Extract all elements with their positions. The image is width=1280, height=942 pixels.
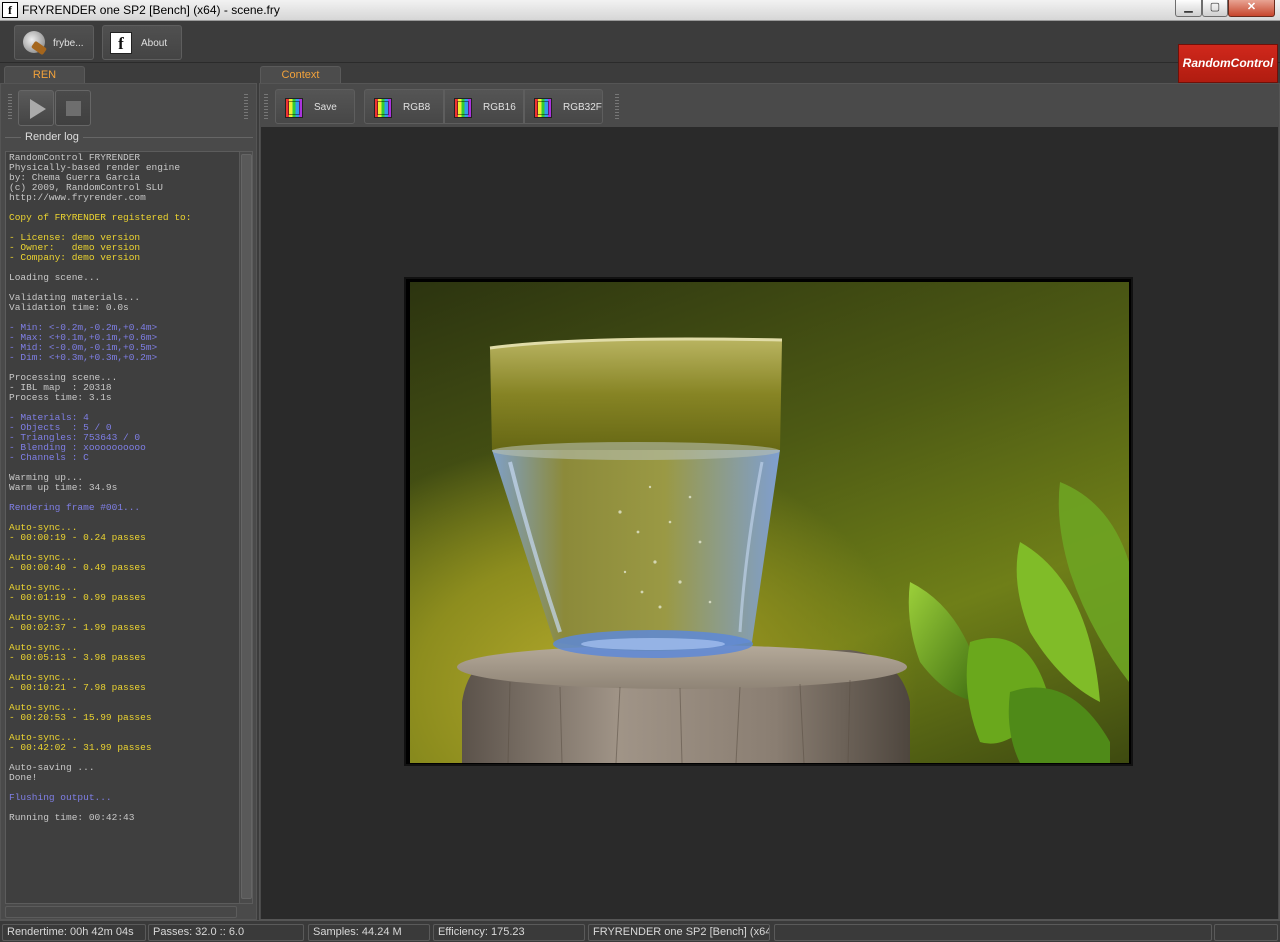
log-line: Running time: 00:42:43	[9, 812, 135, 823]
render-log-header: Render log	[5, 131, 253, 143]
rgb32f-button[interactable]: RGB32F	[524, 89, 603, 124]
close-button[interactable]: ✕	[1228, 0, 1275, 17]
frybench-globe-icon	[23, 31, 45, 53]
render-log-text: RandomControl FRYRENDER Physically-based …	[9, 153, 237, 823]
about-button[interactable]: f About	[102, 25, 182, 60]
log-line: Process time: 3.1s	[9, 392, 112, 403]
context-toolbar: Save RGB8 RGB16 RGB32F	[260, 84, 1279, 128]
toolbar-grip-icon[interactable]	[264, 94, 268, 120]
main-toolbar: frybe... f About RandomControl	[0, 21, 1280, 83]
log-line: - Channels : C	[9, 452, 89, 463]
rendered-image[interactable]	[410, 282, 1129, 763]
toolbar-grip-icon[interactable]	[615, 94, 619, 120]
image-file-icon	[374, 98, 392, 118]
log-line: - Company: demo version	[9, 252, 141, 263]
log-line: Rendering frame #001...	[9, 502, 141, 513]
status-empty-cell	[1214, 924, 1278, 941]
title-bar[interactable]: f FRYRENDER one SP2 [Bench] (x64) - scen…	[0, 0, 1280, 21]
rgb8-label: RGB8	[403, 102, 431, 113]
frybench-button[interactable]: frybe...	[14, 25, 94, 60]
status-passes: Passes: 32.0 :: 6.0	[148, 924, 304, 941]
minimize-button[interactable]: ▁	[1175, 0, 1202, 17]
render-log-title: Render log	[21, 131, 83, 143]
image-file-icon	[285, 98, 303, 118]
status-bar: Rendertime: 00h 42m 04s Passes: 32.0 :: …	[0, 920, 1280, 942]
play-icon	[30, 99, 46, 119]
stop-icon	[66, 101, 81, 116]
ren-pane: Render log RandomControl FRYRENDER Physic…	[0, 83, 257, 920]
glass-scene-illustration	[457, 337, 1129, 763]
log-horizontal-scrollbar[interactable]	[5, 906, 237, 918]
toolbar-grip-icon[interactable]	[244, 94, 248, 120]
fryrender-window: f FRYRENDER one SP2 [Bench] (x64) - scen…	[0, 0, 1280, 942]
log-line: Loading scene...	[9, 272, 101, 283]
log-line: - 00:20:53 - 15.99 passes	[9, 712, 152, 723]
status-efficiency: Efficiency: 175.23	[433, 924, 585, 941]
log-line: Copy of FRYRENDER registered to:	[9, 212, 192, 223]
log-line: http://www.fryrender.com	[9, 192, 146, 203]
render-frame	[404, 277, 1133, 766]
log-line: - Dim: <+0.3m,+0.3m,+0.2m>	[9, 352, 158, 363]
app-icon[interactable]: f	[2, 2, 18, 18]
scrollbar-thumb[interactable]	[241, 154, 252, 899]
log-line: - 00:42:02 - 31.99 passes	[9, 742, 152, 753]
log-line: - 00:02:37 - 1.99 passes	[9, 622, 146, 633]
tab-ren[interactable]: REN	[4, 66, 85, 84]
save-label: Save	[314, 102, 337, 113]
about-label: About	[141, 38, 168, 49]
status-samples: Samples: 44.24 M	[308, 924, 430, 941]
save-button[interactable]: Save	[275, 89, 355, 124]
log-line: Auto-saving ...	[9, 762, 95, 773]
toolbar-grip-icon[interactable]	[8, 94, 12, 120]
render-log[interactable]: RandomControl FRYRENDER Physically-based …	[5, 151, 253, 904]
log-line: Flushing output...	[9, 792, 112, 803]
randomcontrol-logo: RandomControl	[1178, 44, 1278, 83]
maximize-button[interactable]: ▢	[1202, 0, 1228, 17]
log-vertical-scrollbar[interactable]	[239, 152, 252, 903]
log-line: Warm up time: 34.9s	[9, 482, 118, 493]
log-line: - 00:00:19 - 0.24 passes	[9, 532, 146, 543]
status-version: FRYRENDER one SP2 [Bench] (x64)	[588, 924, 770, 941]
image-file-icon	[454, 98, 472, 118]
fryrender-logo-icon: f	[110, 32, 132, 54]
window-title: FRYRENDER one SP2 [Bench] (x64) - scene.…	[22, 3, 280, 17]
ren-panel: REN Render log RandomControl FRYRENDER Ph…	[0, 63, 257, 920]
status-empty-cell	[774, 924, 1212, 941]
log-line: - 00:10:21 - 7.98 passes	[9, 682, 146, 693]
log-line: Validation time: 0.0s	[9, 302, 129, 313]
log-line: Done!	[9, 772, 38, 783]
rgb16-label: RGB16	[483, 102, 516, 113]
play-render-button[interactable]	[18, 90, 54, 126]
rgb16-button[interactable]: RGB16	[444, 89, 524, 124]
status-rendertime: Rendertime: 00h 42m 04s	[2, 924, 146, 941]
context-panel: Save RGB8 RGB16 RGB32F	[259, 83, 1280, 920]
stop-render-button[interactable]	[55, 90, 91, 126]
log-line: - 00:01:19 - 0.99 passes	[9, 592, 146, 603]
frybench-label: frybe...	[53, 38, 84, 49]
image-file-icon	[534, 98, 552, 118]
log-line: - 00:05:13 - 3.98 passes	[9, 652, 146, 663]
log-line: - 00:00:40 - 0.49 passes	[9, 562, 146, 573]
tab-context[interactable]: Context	[260, 66, 341, 84]
rgb8-button[interactable]: RGB8	[364, 89, 444, 124]
rgb32f-label: RGB32F	[563, 102, 602, 113]
render-viewport[interactable]	[261, 127, 1278, 919]
